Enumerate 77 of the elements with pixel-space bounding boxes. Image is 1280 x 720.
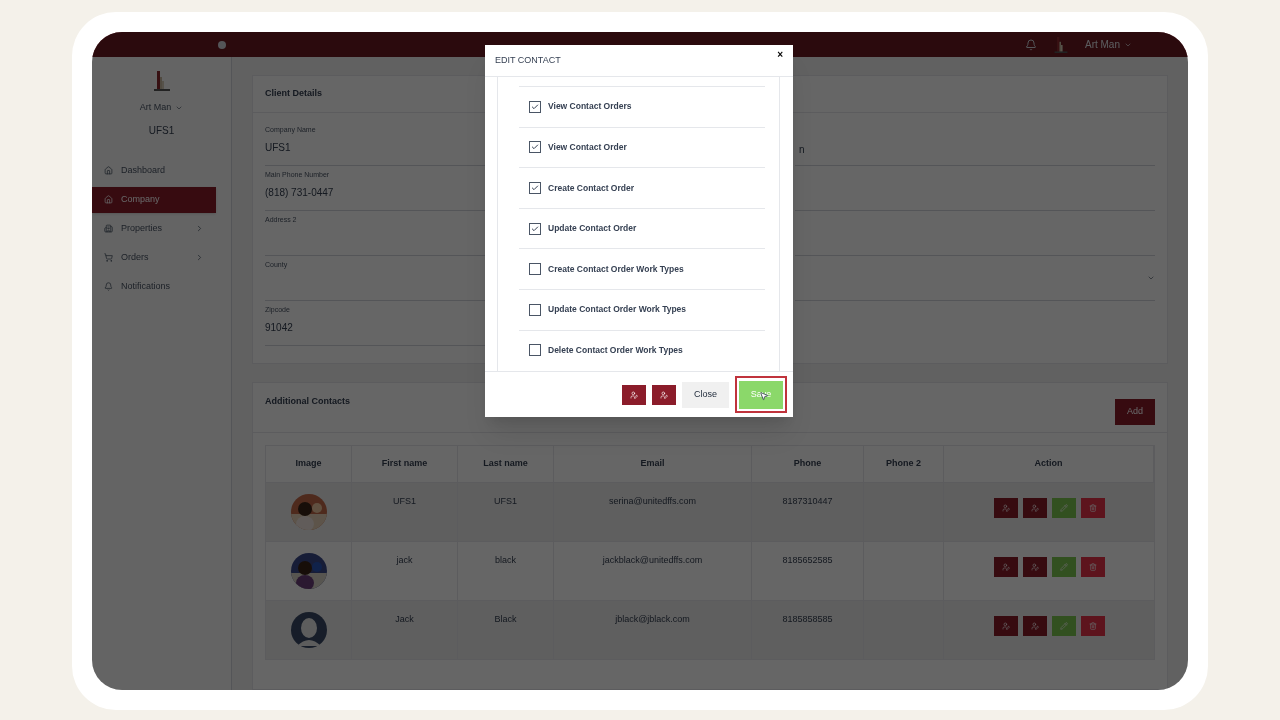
- edit-user-button[interactable]: [1022, 557, 1047, 577]
- sidebar-item[interactable]: Notifications: [92, 273, 216, 300]
- checkbox[interactable]: [529, 222, 541, 235]
- pencil-icon: [1059, 504, 1068, 512]
- edit-user-button[interactable]: [1022, 616, 1047, 636]
- close-button[interactable]: Close: [682, 381, 729, 408]
- sidebar-user[interactable]: Art Man: [139, 101, 184, 115]
- user-pen-icon: [1001, 622, 1010, 630]
- pencil-icon: [1059, 622, 1068, 630]
- table-cell: jblack@jblack.com: [554, 601, 752, 659]
- edit-user-button[interactable]: [1022, 498, 1047, 518]
- edit-user-button[interactable]: [993, 557, 1018, 577]
- form-field[interactable]: n: [795, 121, 1155, 166]
- card-title: Client Details: [265, 87, 322, 101]
- permission-label: Update Contact Order: [548, 222, 637, 235]
- permission-label: Create Contact Order Work Types: [548, 262, 684, 276]
- trash-icon: [1088, 563, 1097, 571]
- checkbox[interactable]: [529, 182, 541, 194]
- user-pen-icon: [1030, 622, 1039, 630]
- edit-button[interactable]: [1051, 557, 1076, 577]
- delete-button[interactable]: [1080, 498, 1105, 518]
- table-cell: Jack: [352, 601, 458, 659]
- logo-icon: [1053, 34, 1069, 55]
- user-menu[interactable]: Art Man: [1085, 37, 1132, 52]
- card-title: Additional Contacts: [265, 395, 350, 408]
- user-pen-icon: [1001, 504, 1010, 512]
- checkbox[interactable]: [529, 263, 541, 276]
- edit-button[interactable]: [1051, 498, 1076, 518]
- permission-label: Delete Contact Order Work Types: [548, 344, 683, 357]
- table-cell: 8185858585: [752, 601, 864, 659]
- user-edit-button[interactable]: [652, 384, 676, 405]
- building-icon: [104, 224, 113, 233]
- add-button[interactable]: Add: [1115, 399, 1155, 425]
- user-edit-button[interactable]: [622, 384, 646, 405]
- delete-button[interactable]: [1080, 616, 1105, 636]
- user-pen-icon: [630, 390, 638, 399]
- permission-label: Create Contact Order: [548, 181, 634, 195]
- trash-icon: [1088, 504, 1097, 512]
- edit-user-button[interactable]: [993, 498, 1018, 518]
- user-pen-icon: [1030, 504, 1039, 512]
- company-label: UFS1: [148, 123, 175, 138]
- dialog-title: EDIT CONTACT: [495, 53, 561, 67]
- check-icon: [531, 143, 539, 152]
- check-icon: [531, 102, 539, 111]
- toggle-icon[interactable]: [218, 40, 226, 49]
- table-cell: Black: [458, 601, 554, 659]
- chevron-icon: [1147, 274, 1155, 282]
- check-icon: [531, 184, 539, 192]
- cart-icon: [104, 253, 113, 262]
- user-pen-icon: [1001, 563, 1010, 571]
- home-icon: [104, 166, 113, 175]
- permission-label: View Contact Order: [548, 141, 627, 154]
- bell-icon: [104, 282, 113, 291]
- permission-label: View Contact Orders: [548, 100, 632, 114]
- sidebar-item[interactable]: Dashboard: [92, 157, 216, 184]
- home-icon: [104, 195, 113, 204]
- checkbox[interactable]: [529, 100, 541, 113]
- avatar-icon: [290, 612, 327, 648]
- chevron-icon: [195, 224, 204, 233]
- edit-user-button[interactable]: [993, 616, 1018, 636]
- permission-label: Update Contact Order Work Types: [548, 303, 687, 317]
- sidebar-item[interactable]: Orders: [92, 244, 216, 271]
- delete-button[interactable]: [1080, 557, 1105, 577]
- user-pen-icon: [1030, 563, 1039, 571]
- pencil-icon: [1059, 563, 1068, 571]
- sidebar-item[interactable]: Properties: [92, 215, 216, 242]
- chevron-icon: [195, 253, 204, 262]
- sidebar-item[interactable]: Company: [92, 186, 216, 213]
- trash-icon: [1088, 622, 1097, 630]
- checkbox[interactable]: [529, 303, 541, 316]
- check-icon: [531, 224, 539, 233]
- checkbox[interactable]: [529, 344, 541, 357]
- edit-button[interactable]: [1051, 616, 1076, 636]
- checkbox[interactable]: [529, 141, 541, 154]
- close-button[interactable]: ×: [777, 49, 783, 60]
- notification-icon[interactable]: [1025, 38, 1037, 51]
- user-pen-icon: [660, 390, 668, 399]
